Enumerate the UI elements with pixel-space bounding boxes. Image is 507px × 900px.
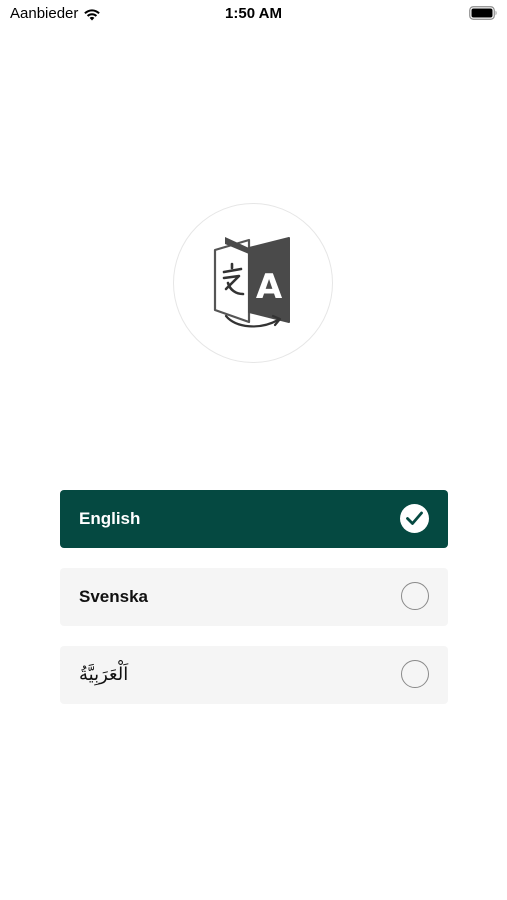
language-label: English xyxy=(79,509,141,528)
radio-unselected-icon[interactable] xyxy=(401,660,429,688)
language-label: Svenska xyxy=(79,587,148,606)
status-time: 1:50 AM xyxy=(225,5,282,22)
status-bar: Aanbieder 1:50 AM xyxy=(0,0,507,28)
battery-icon xyxy=(469,6,497,20)
language-list: English Svenska اَلْعَرَبِيَّةُ xyxy=(60,490,448,724)
check-icon xyxy=(400,504,429,533)
language-option-english[interactable]: English xyxy=(60,490,448,548)
language-option-arabic[interactable]: اَلْعَرَبِيَّةُ xyxy=(60,646,448,704)
translate-icon: A xyxy=(213,237,290,328)
language-option-svenska[interactable]: Svenska xyxy=(60,568,448,626)
radio-unselected-icon[interactable] xyxy=(401,582,429,610)
translate-glyph-latin: A xyxy=(256,267,283,307)
logo-circle: A xyxy=(173,203,333,363)
language-label: اَلْعَرَبِيَّةُ xyxy=(79,664,129,685)
